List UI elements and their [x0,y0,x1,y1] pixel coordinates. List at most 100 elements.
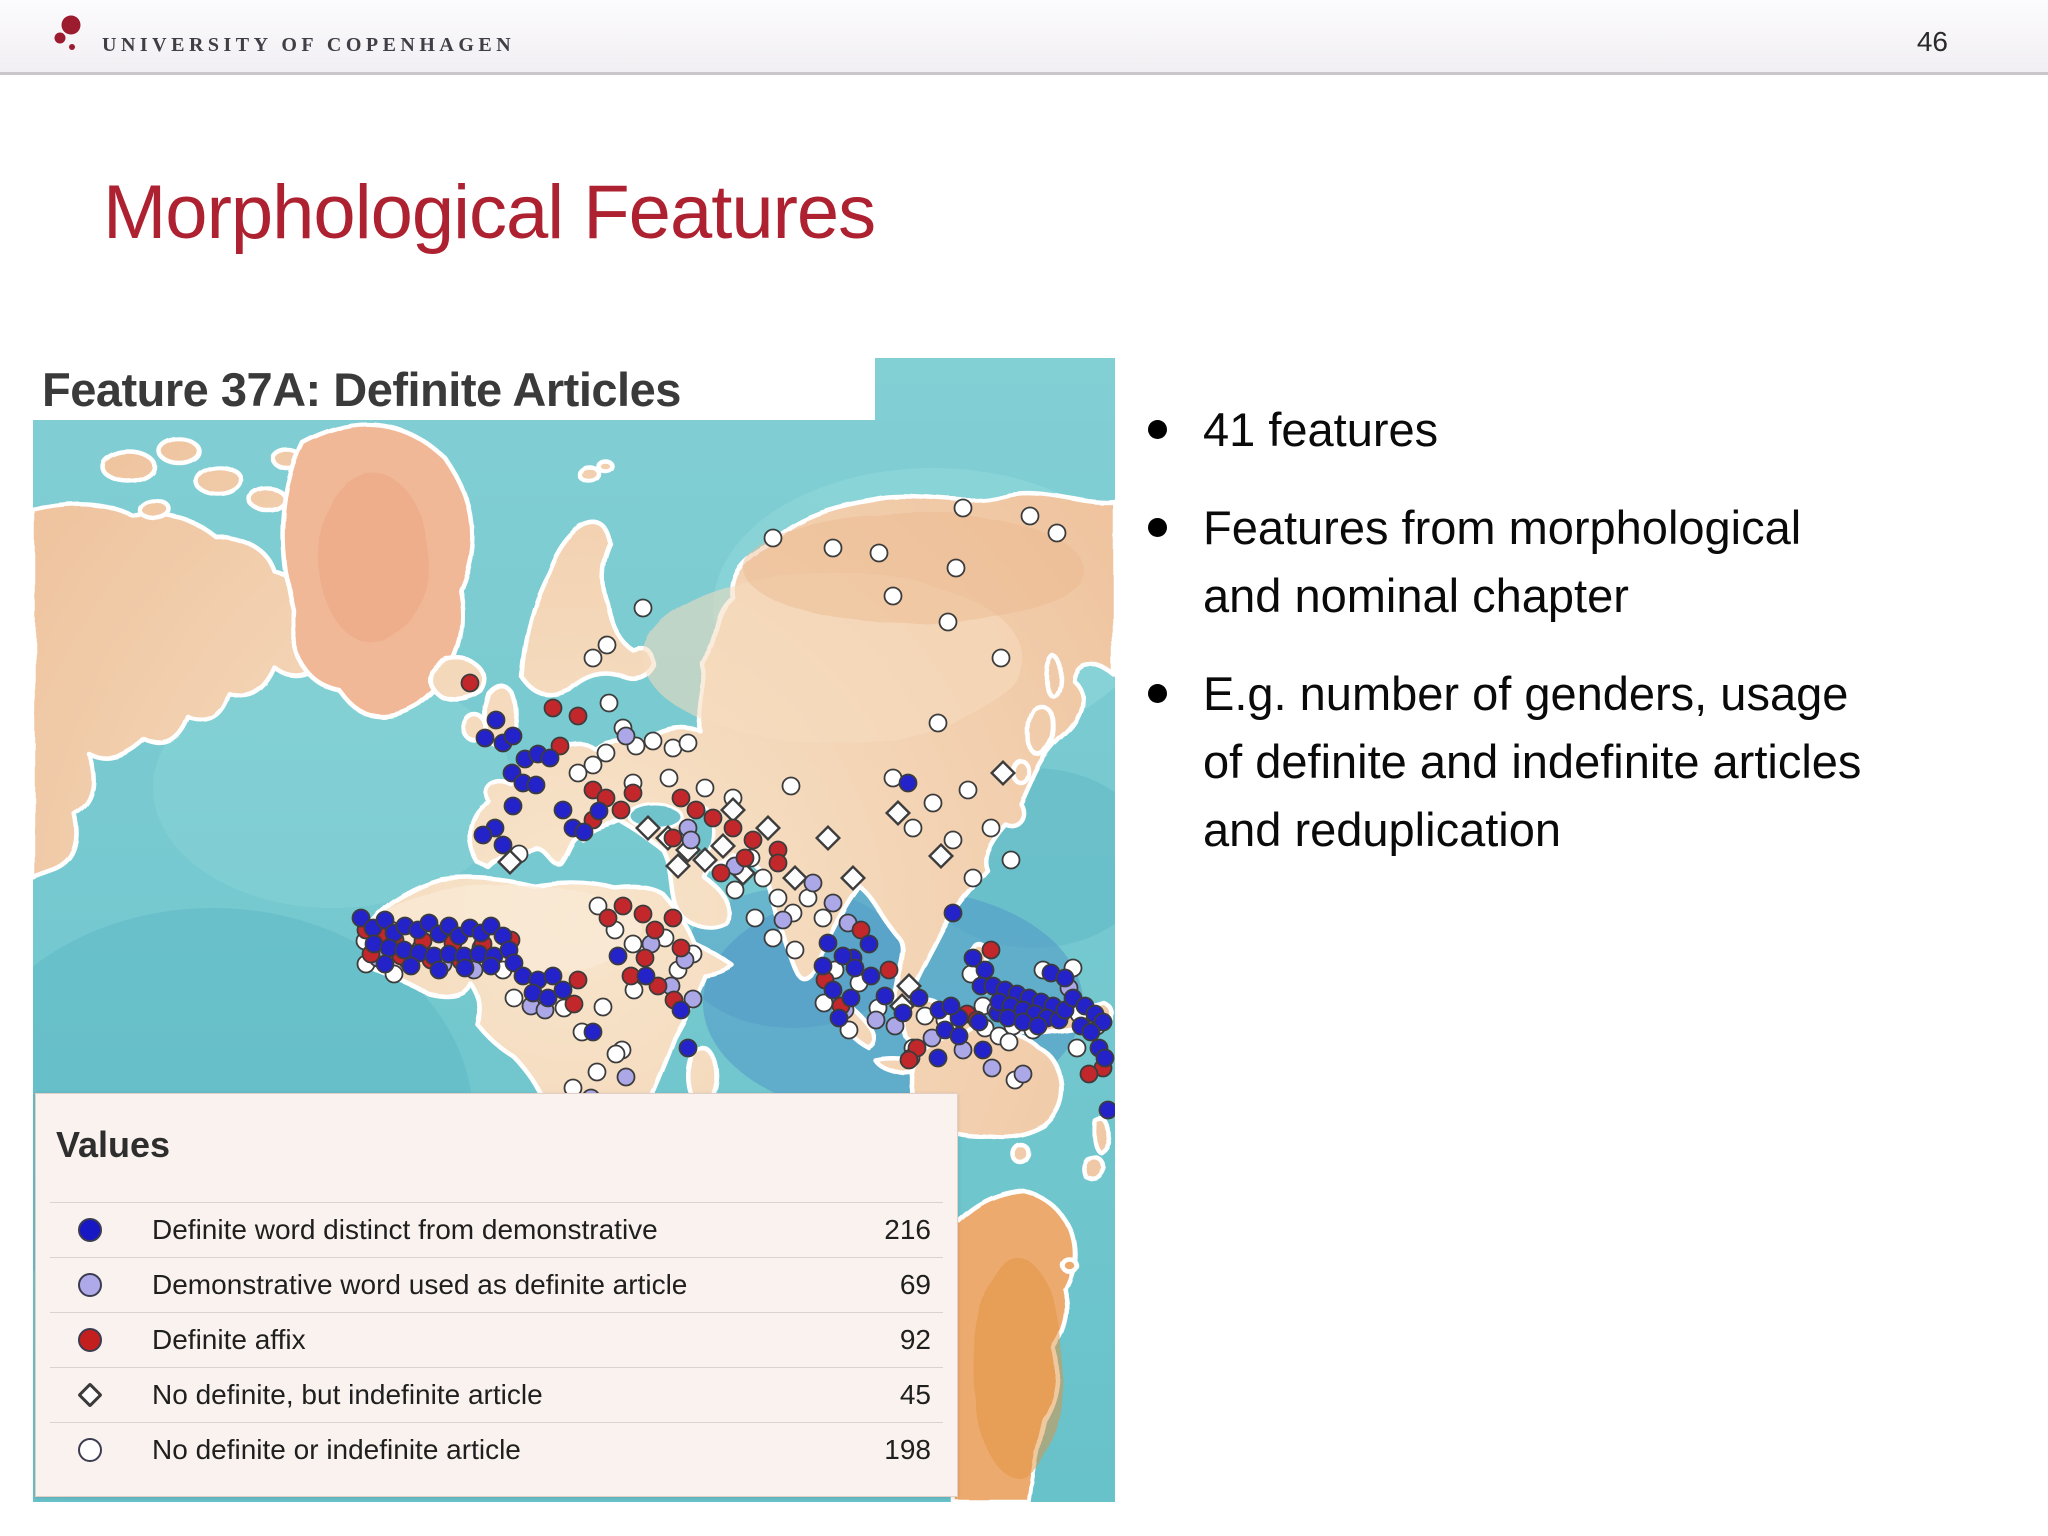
header: UNIVERSITY OF COPENHAGEN 46 [0,0,2048,75]
legend-count: 198 [884,1434,931,1465]
marker-white-circle-icon [883,586,903,606]
legend-circle-icon [78,1218,102,1242]
marker-white-circle-icon [763,528,783,548]
marker-white-circle-icon [1047,523,1067,543]
marker-white-circle-icon [785,940,805,960]
marker-white-circle-icon [991,648,1011,668]
marker-blue-circle-icon [608,946,628,966]
marker-blue-circle-icon [823,980,843,1000]
marker-blue-circle-icon [875,986,895,1006]
marker-blue-circle-icon [455,958,475,978]
marker-blue-circle-icon [589,801,609,821]
marker-red-circle-icon [645,920,665,940]
marker-blue-circle-icon [526,775,546,795]
marker-blue-circle-icon [475,728,495,748]
bullet-text: Features from morphological and nominal … [1203,501,1802,622]
marker-blue-circle-icon [909,988,929,1008]
new-zealand [1092,1117,1112,1156]
marker-white-circle-icon [643,731,663,751]
legend-circle-icon [78,1438,102,1462]
marker-white-circle-icon [823,538,843,558]
marker-blue-circle-icon [973,1040,993,1060]
sakhalin [1043,653,1063,699]
marker-blue-circle-icon [583,1022,603,1042]
legend-label: No definite, but indefinite article [152,1379,543,1410]
marker-blue-circle-icon [1055,968,1075,988]
legend-circle-icon [78,1328,102,1352]
marker-blue-circle-icon [553,800,573,820]
marker-red-circle-icon [568,706,588,726]
marker-white-circle-icon [725,880,745,900]
legend-count: 216 [884,1214,931,1245]
legend-count: 45 [899,1379,931,1410]
marker-white-circle-icon [745,908,765,928]
marker-blue-circle-icon [540,748,560,768]
marker-white-circle-icon [963,868,983,888]
marker-white-circle-icon [813,908,833,928]
marker-white-circle-icon [946,558,966,578]
marker-white-circle-icon [953,498,973,518]
marker-blue-circle-icon [829,1008,849,1028]
marker-blue-circle-icon [1095,1048,1115,1068]
marker-white-circle-icon [599,693,619,713]
slide-page: UNIVERSITY OF COPENHAGEN 46 Morphologica… [0,0,2048,1536]
marker-red-circle-icon [981,940,1001,960]
marker-blue-circle-icon [893,1003,913,1023]
legend-label: No definite or indefinite article [152,1434,521,1465]
marker-purple-circle-icon [616,1067,636,1087]
map-title-band: Feature 37A: Definite Articles [33,358,875,420]
marker-white-circle-icon [768,888,788,908]
marker-white-circle-icon [928,713,948,733]
marker-white-circle-icon [597,635,617,655]
bullet-marker-icon [1148,684,1167,703]
marker-blue-circle-icon [1028,1016,1048,1036]
legend-diamond-icon [77,1382,103,1408]
legend-count: 69 [899,1269,931,1300]
page-number: 46 [1916,26,1948,57]
marker-white-circle-icon [923,793,943,813]
marker-red-circle-icon [460,673,480,693]
marker-blue-circle-icon [975,960,995,980]
marker-blue-circle-icon [394,940,414,960]
marker-white-circle-icon [583,648,603,668]
marker-white-circle-icon [981,818,1001,838]
marker-red-circle-icon [743,830,763,850]
marker-red-circle-icon [671,788,691,808]
marker-blue-circle-icon [429,960,449,980]
marker-red-circle-icon [899,1050,919,1070]
tasmania [1010,1142,1032,1166]
legend-symbol-box [70,1218,110,1242]
marker-white-circle-icon [623,934,643,954]
legend-symbol-box [70,1438,110,1462]
marker-white-circle-icon [659,768,679,788]
marker-red-circle-icon [543,698,563,718]
marker-white-circle-icon [568,763,588,783]
marker-red-circle-icon [671,938,691,958]
marker-purple-circle-icon [773,910,793,930]
marker-blue-circle-icon [486,710,506,730]
marker-red-circle-icon [703,808,723,828]
legend-symbol-box [70,1382,110,1408]
marker-purple-circle-icon [803,873,823,893]
marker-white-circle-icon [869,543,889,563]
legend-symbol-box [70,1328,110,1352]
marker-purple-circle-icon [823,893,843,913]
marker-red-circle-icon [686,800,706,820]
marker-white-circle-icon [903,818,923,838]
marker-blue-circle-icon [553,980,573,1000]
marker-blue-circle-icon [1081,1022,1101,1042]
legend-symbol-box [70,1273,110,1297]
marker-white-circle-icon [606,1044,626,1064]
wals-map-figure: Feature 37A: Definite Articles Values De… [33,358,1115,1502]
marker-blue-circle-icon [928,1048,948,1068]
marker-blue-circle-icon [503,726,523,746]
marker-purple-circle-icon [681,830,701,850]
bullet-item: E.g. number of genders, usage of definit… [1148,660,2048,864]
marker-purple-circle-icon [866,1010,886,1030]
marker-blue-circle-icon [949,1026,969,1046]
bullet-text: 41 features [1203,403,1439,456]
marker-blue-circle-icon [574,822,594,842]
marker-white-circle-icon [587,1062,607,1082]
marker-red-circle-icon [568,970,588,990]
bullet-marker-icon [1148,518,1167,537]
